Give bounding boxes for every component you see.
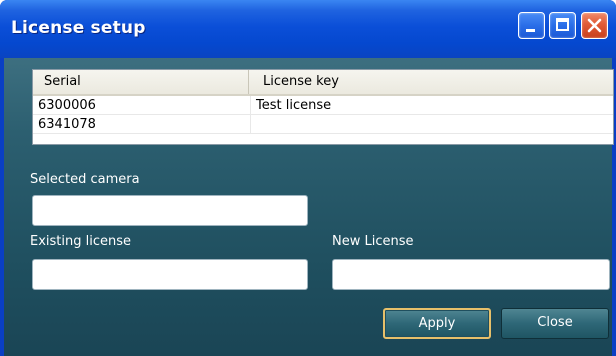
serial-cell: 6341078 xyxy=(38,117,96,132)
new-license-field[interactable] xyxy=(332,259,610,290)
close-window-button[interactable] xyxy=(581,12,608,39)
maximize-button[interactable] xyxy=(549,12,576,39)
close-icon xyxy=(587,18,602,33)
title-bar[interactable]: License setup xyxy=(0,0,616,58)
license-key-cell: Test license xyxy=(250,96,610,115)
apply-button[interactable]: Apply xyxy=(383,308,491,339)
window-title: License setup xyxy=(11,18,146,38)
license-table[interactable]: Serial License key 6300006 Test license … xyxy=(32,69,614,145)
minimize-button[interactable] xyxy=(518,12,545,39)
column-header-serial[interactable]: Serial xyxy=(33,70,249,94)
license-key-cell xyxy=(250,115,610,134)
selected-camera-label: Selected camera xyxy=(30,172,140,187)
existing-license-label: Existing license xyxy=(30,234,132,249)
table-row[interactable]: 6300006 Test license xyxy=(33,96,613,115)
table-row[interactable]: 6341078 xyxy=(33,115,613,134)
existing-license-field[interactable] xyxy=(32,259,308,290)
license-setup-window: License setup Serial License key 6300006… xyxy=(0,0,616,356)
selected-camera-field[interactable] xyxy=(32,195,308,226)
table-header: Serial License key xyxy=(33,70,613,96)
dialog-body: Serial License key 6300006 Test license … xyxy=(4,58,614,356)
column-header-license-key[interactable]: License key xyxy=(249,70,613,94)
close-button[interactable]: Close xyxy=(501,308,609,339)
new-license-label: New License xyxy=(332,234,414,249)
serial-cell: 6300006 xyxy=(38,98,96,113)
